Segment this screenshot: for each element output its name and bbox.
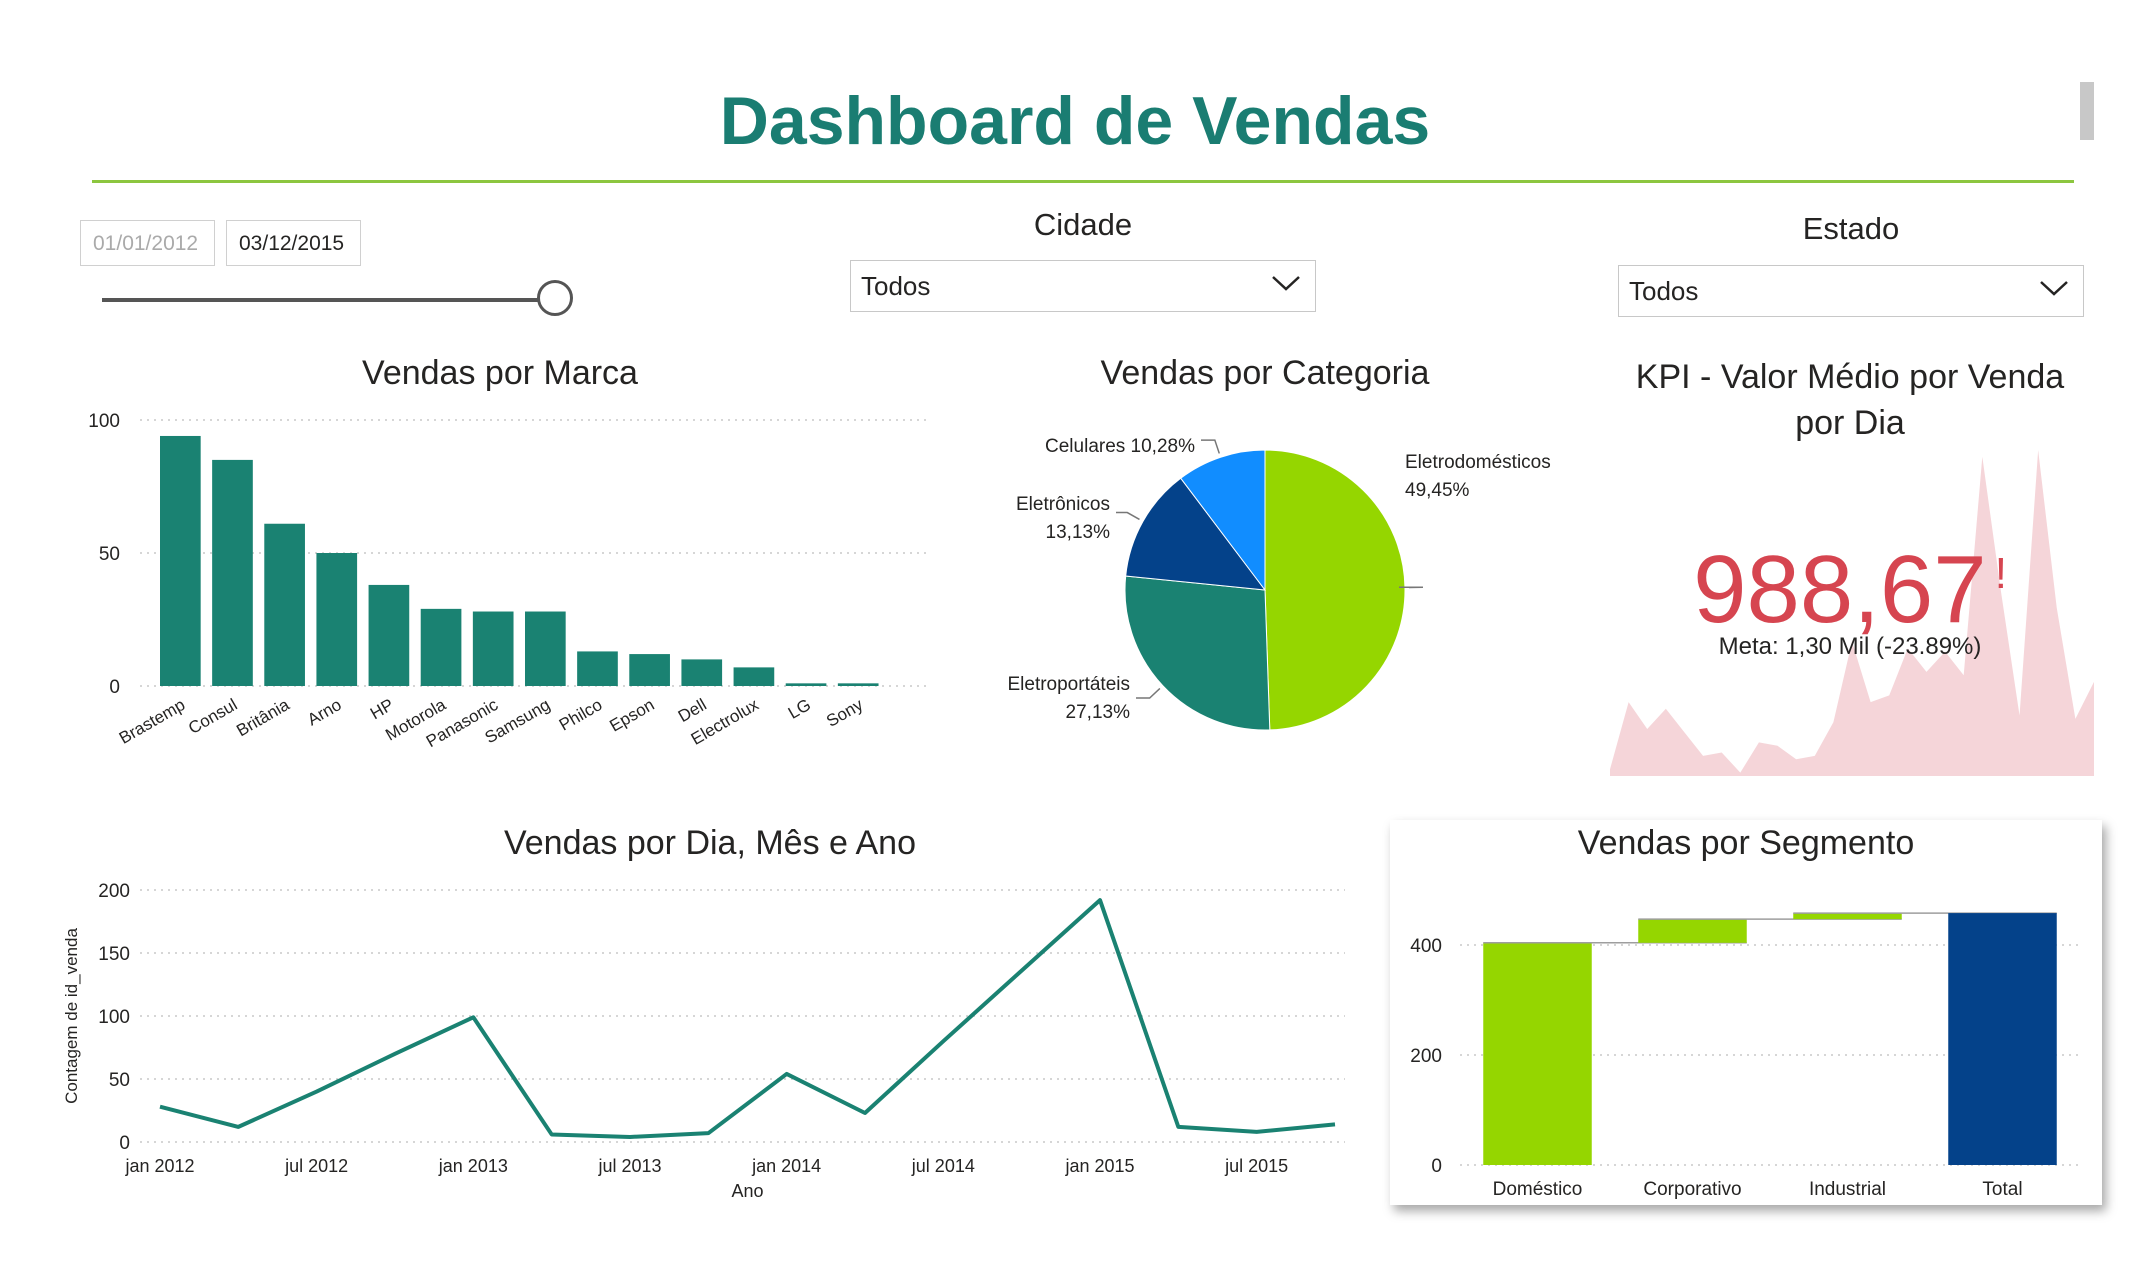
bar-dell: [681, 659, 723, 686]
date-range-slider[interactable]: [102, 298, 557, 302]
y-tick-label: 50: [99, 544, 120, 565]
bar-motorola: [420, 608, 462, 686]
pie-value-label: 27,13%: [1066, 702, 1131, 723]
x-tick-label: jul 2012: [284, 1156, 348, 1176]
bar-britânia: [264, 523, 305, 686]
city-dropdown-value: Todos: [861, 271, 931, 301]
x-tick-label: jul 2014: [911, 1156, 975, 1176]
pie-label: Eletrônicos: [1016, 494, 1110, 515]
pie-value-label: 49,45%: [1405, 480, 1470, 501]
y-tick-label: 0: [109, 677, 120, 698]
series-line: [159, 898, 1336, 1139]
state-filter-label: Estado: [1802, 211, 1900, 246]
x-tick-label: jan 2014: [751, 1156, 821, 1176]
pie-label: Celulares 10,28%: [1045, 436, 1195, 457]
y-tick-label: 0: [119, 1133, 130, 1154]
x-tick-label: Arno: [304, 695, 345, 729]
pie-label: Eletrodomésticos: [1405, 452, 1551, 473]
x-tick-label: HP: [367, 695, 397, 723]
x-tick-label: jan 2015: [1064, 1156, 1134, 1176]
y-tick-label: 400: [1410, 936, 1442, 957]
kpi-alert-icon: !: [1994, 549, 2007, 598]
end-date-input[interactable]: 03/12/2015: [226, 220, 361, 266]
y-tick-label: 200: [98, 881, 130, 902]
pie-slice-eletroportáteis: [1124, 575, 1271, 731]
daily-chart-title: Vendas por Dia, Mês e Ano: [503, 824, 917, 862]
bar-epson: [629, 654, 670, 686]
y-tick-label: 100: [88, 411, 120, 432]
x-tick-label: Brastemp: [116, 695, 189, 748]
brand-bar-chart: 050100BrastempConsulBritânia Arno HPMotoro…: [88, 411, 930, 751]
kpi-value-row: 988,67!: [1600, 535, 2100, 645]
x-tick-label: Total: [1982, 1179, 2022, 1200]
city-filter-label: Cidade: [1033, 207, 1133, 242]
y-tick-label: 100: [98, 1007, 130, 1028]
bar-sony: [837, 683, 879, 686]
bar-samsung: [525, 611, 566, 686]
pie-slice-eletrodomésticos: [1264, 449, 1406, 731]
pie-leader-line: [1116, 511, 1140, 521]
x-tick-label: Sony: [823, 695, 866, 731]
kpi-title-line1: KPI - Valor Médio por Venda: [1635, 358, 2065, 396]
x-tick-label: Consul: [185, 695, 240, 738]
bar-hp: [368, 584, 410, 686]
city-dropdown[interactable]: Todos: [850, 260, 1316, 312]
x-axis-label: Ano: [731, 1181, 763, 1201]
pie-value-label: 13,13%: [1046, 522, 1111, 543]
brand-chart-title: Vendas por Marca: [362, 354, 638, 392]
kpi-title: KPI - Valor Médio por Venda por Dia: [1600, 354, 2100, 446]
state-dropdown[interactable]: Todos: [1618, 265, 2084, 317]
bar-electrolux: [733, 667, 775, 686]
segment-waterfall-chart: 0 200 400 Doméstico Corporativo Industrial Tot…: [1410, 912, 2080, 1200]
waterfall-bar-doméstico: [1483, 942, 1592, 1165]
chevron-down-icon: [2040, 281, 2068, 296]
waterfall-bar-industrial: [1793, 913, 1902, 920]
scrollbar[interactable]: [2080, 82, 2094, 140]
y-tick-label: 50: [109, 1070, 130, 1091]
x-tick-label: Epson: [606, 695, 657, 736]
x-tick-label: jul 2013: [597, 1156, 661, 1176]
bar-lg: [785, 683, 827, 686]
x-tick-label: jul 2015: [1224, 1156, 1288, 1176]
pie-label: Eletroportáteis: [1007, 674, 1130, 695]
y-tick-label: 0: [1431, 1156, 1442, 1177]
bar-philco: [577, 651, 618, 686]
page-title: Dashboard de Vendas: [719, 83, 1431, 159]
y-axis-label: Contagem de id_venda: [62, 928, 81, 1104]
bar-brastemp: [160, 435, 201, 686]
x-tick-label: Philco: [556, 695, 606, 735]
kpi-value: 988,67: [1693, 536, 1987, 643]
bar-consul: [212, 459, 253, 686]
x-tick-label: Dell: [675, 695, 710, 726]
y-tick-label: 200: [1410, 1046, 1442, 1067]
x-tick-label: Britânia: [233, 695, 293, 741]
x-tick-label: Doméstico: [1493, 1179, 1583, 1200]
title-divider: [92, 180, 2074, 183]
y-tick-label: 150: [98, 944, 130, 965]
bar-panasonic: [472, 611, 514, 686]
date-range-slider-handle[interactable]: [537, 280, 573, 316]
daily-line-chart: 0 50 100 150 200 jan 2012 jul 2012 jan 2013 jul …: [62, 881, 1345, 1201]
waterfall-bar-corporativo: [1638, 919, 1747, 943]
pie-leader-line: [1201, 439, 1221, 454]
category-chart-title: Vendas por Categoria: [1100, 354, 1430, 392]
kpi-goal: Meta: 1,30 Mil (-23.89%): [1718, 633, 1982, 660]
pie-leader-line: [1136, 687, 1161, 699]
x-tick-label: Industrial: [1809, 1179, 1886, 1200]
x-tick-label: jan 2013: [438, 1156, 508, 1176]
x-tick-label: jan 2012: [124, 1156, 194, 1176]
x-tick-label: LG: [785, 695, 814, 723]
category-pie-chart: Eletrodomésticos 49,45% Eletroportáteis 27,…: [1007, 436, 1551, 731]
start-date-input[interactable]: 01/01/2012: [80, 220, 215, 266]
segment-chart-title: Vendas por Segmento: [1577, 824, 1915, 862]
bar-arno: [316, 553, 358, 686]
chevron-down-icon: [1272, 276, 1300, 291]
state-dropdown-value: Todos: [1629, 276, 1699, 306]
waterfall-bar-total: [1948, 913, 2057, 1165]
x-tick-label: Corporativo: [1643, 1179, 1741, 1200]
